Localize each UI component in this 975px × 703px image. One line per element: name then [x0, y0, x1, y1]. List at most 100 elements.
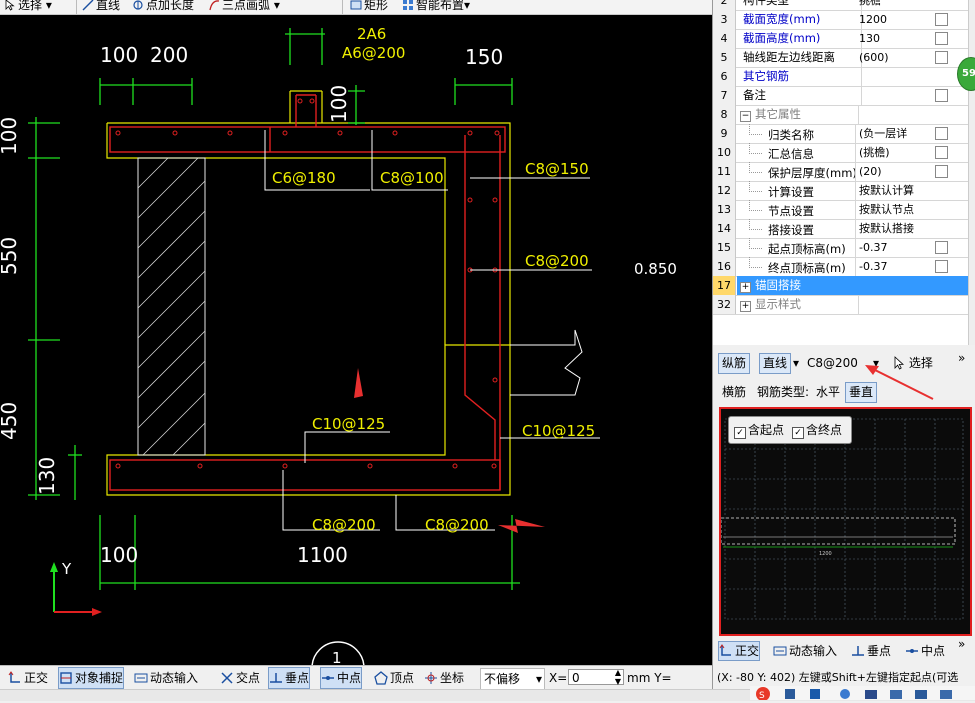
three-point-arc-label: 三点画弧: [222, 0, 271, 12]
property-row-number: 2: [713, 0, 736, 10]
expand-icon[interactable]: +: [740, 282, 751, 293]
arc-dropdown-arrow[interactable]: ▾: [270, 0, 280, 12]
property-row[interactable]: 7 备注: [713, 86, 969, 106]
perpendicular-snap[interactable]: 垂点: [268, 667, 311, 689]
property-row[interactable]: 8− 其它属性: [713, 105, 969, 125]
property-row[interactable]: 10 汇总信息 (挑檐): [713, 143, 969, 163]
transverse-rebar-tab[interactable]: 横筋: [722, 383, 746, 401]
preview-dim-label: 1200: [819, 551, 832, 557]
longitudinal-rebar-button[interactable]: 纵筋: [718, 353, 751, 374]
property-value[interactable]: (挑檐): [857, 143, 937, 162]
property-row[interactable]: 5 轴线距左边线距离 (600): [713, 48, 969, 68]
coordinate-snap[interactable]: 坐标: [424, 668, 464, 688]
include-end-checkbox[interactable]: ✓ 含终点: [792, 423, 842, 439]
property-row[interactable]: 16 终点顶标高(m) -0.37: [713, 257, 969, 277]
select-dropdown-arrow[interactable]: ▾: [42, 0, 52, 12]
property-checkbox[interactable]: [935, 146, 948, 159]
property-checkbox[interactable]: [935, 260, 948, 273]
property-row-number: 15: [713, 238, 736, 257]
property-row-number: 32: [713, 295, 736, 314]
offset-mode-select[interactable]: 不偏移 ▾: [480, 668, 545, 690]
panel-ortho-toggle[interactable]: 正交: [718, 641, 761, 661]
property-value[interactable]: 挑檐: [857, 0, 937, 10]
x-coordinate-input[interactable]: 0 ▲ ▼: [568, 668, 624, 686]
ime-toolbar[interactable]: S: [750, 686, 975, 701]
panel-dynamic-input-toggle[interactable]: 动态输入: [773, 642, 837, 660]
property-row[interactable]: 14 搭接设置 按默认搭接: [713, 219, 969, 239]
cad-drawing-canvas[interactable]: Y 1 100 200 150 100 550 450 130 100 100 …: [0, 15, 712, 665]
property-value[interactable]: 130: [857, 29, 937, 48]
smart-layout-button[interactable]: 智能布置▾: [402, 0, 470, 14]
midpoint-label: 中点: [337, 671, 362, 685]
point-length-button[interactable]: 点加长度: [132, 0, 194, 14]
line-mode-button[interactable]: 直线: [759, 353, 792, 374]
property-value[interactable]: 1200: [857, 10, 937, 29]
panel-more-chevron[interactable]: »: [958, 349, 965, 367]
property-row[interactable]: 12 计算设置 按默认计算: [713, 181, 969, 201]
dim-450-left: 450: [0, 402, 21, 440]
elevation-value: 0.850: [634, 260, 677, 278]
property-checkbox[interactable]: [935, 241, 948, 254]
dim-100-top: 100: [100, 43, 138, 67]
panel-dynamic-input-label: 动态输入: [789, 644, 838, 658]
property-value[interactable]: -0.37: [857, 257, 937, 276]
tree-connector: [749, 181, 762, 192]
property-value[interactable]: 按默认搭接: [857, 219, 937, 238]
property-row[interactable]: 15 起点顶标高(m) -0.37: [713, 238, 969, 258]
property-value[interactable]: (20): [857, 162, 937, 181]
property-row[interactable]: 4 截面高度(mm) 130: [713, 29, 969, 49]
property-row[interactable]: 3 截面宽度(mm) 1200: [713, 10, 969, 30]
rectangle-button[interactable]: 矩形: [350, 0, 388, 14]
spinner-icon[interactable]: ▲ ▼: [615, 668, 621, 686]
include-start-checkbox[interactable]: ✓ 含起点: [734, 423, 784, 439]
property-row[interactable]: 17 + 锚固搭接: [713, 276, 973, 296]
property-name: 归类名称: [737, 124, 856, 143]
line-mode-dropdown-arrow[interactable]: ▾: [793, 354, 799, 372]
property-value[interactable]: 按默认节点: [857, 200, 937, 219]
property-value[interactable]: (负一层详: [857, 124, 937, 143]
property-value[interactable]: 按默认计算: [857, 181, 937, 200]
property-row[interactable]: 11 保护层厚度(mm) (20): [713, 162, 969, 182]
property-row-number: 14: [713, 219, 736, 238]
property-row[interactable]: 6 其它钢筋: [713, 67, 969, 87]
rebar-preview[interactable]: 1200 ✓ 含起点 ✓ 含终点: [719, 407, 972, 636]
midpoint-snap[interactable]: 中点: [320, 667, 363, 689]
property-checkbox[interactable]: [935, 13, 948, 26]
property-value[interactable]: [857, 295, 937, 314]
smart-layout-label: 智能布置: [416, 0, 465, 12]
property-checkbox[interactable]: [935, 89, 948, 102]
select-tool-button[interactable]: 选择 ▾: [4, 0, 52, 14]
property-checkbox[interactable]: [935, 51, 948, 64]
intersection-snap[interactable]: 交点: [220, 668, 260, 688]
horizontal-option[interactable]: 水平: [816, 383, 840, 401]
properties-scrollbar[interactable]: [968, 0, 975, 345]
panel-midpoint-snap[interactable]: 中点: [905, 642, 945, 660]
property-value[interactable]: [857, 86, 937, 105]
property-checkbox[interactable]: [935, 165, 948, 178]
property-value[interactable]: [857, 105, 937, 124]
tree-connector: [749, 200, 762, 211]
property-row[interactable]: 9 归类名称 (负一层详: [713, 124, 969, 144]
smart-layout-dropdown-arrow[interactable]: ▾: [464, 0, 470, 12]
dynamic-input-toggle[interactable]: 动态输入: [134, 668, 198, 688]
line-tool-button[interactable]: 直线: [82, 0, 120, 14]
vertical-option[interactable]: 垂直: [845, 382, 878, 403]
property-row[interactable]: 32 + 显示样式: [713, 295, 969, 315]
dynamic-input-icon: [773, 646, 787, 656]
vertex-snap[interactable]: 顶点: [374, 668, 414, 688]
panel-perpendicular-snap[interactable]: 垂点: [851, 642, 891, 660]
three-point-arc-button[interactable]: 三点画弧 ▾: [208, 0, 280, 14]
panel-bottom-more-chevron[interactable]: »: [958, 635, 965, 653]
property-value[interactable]: [857, 67, 937, 86]
collapse-icon[interactable]: −: [740, 111, 751, 122]
property-row[interactable]: 13 节点设置 按默认节点: [713, 200, 969, 220]
property-name-text: 其它钢筋: [743, 69, 789, 83]
expand-icon[interactable]: +: [740, 301, 751, 312]
property-checkbox[interactable]: [935, 32, 948, 45]
property-value[interactable]: -0.37: [857, 238, 937, 257]
property-value[interactable]: (600): [857, 48, 937, 67]
property-checkbox[interactable]: [935, 127, 948, 140]
ortho-toggle[interactable]: 正交: [8, 668, 48, 688]
property-name: 节点设置: [737, 200, 856, 219]
object-snap-toggle[interactable]: 对象捕捉: [58, 667, 125, 689]
